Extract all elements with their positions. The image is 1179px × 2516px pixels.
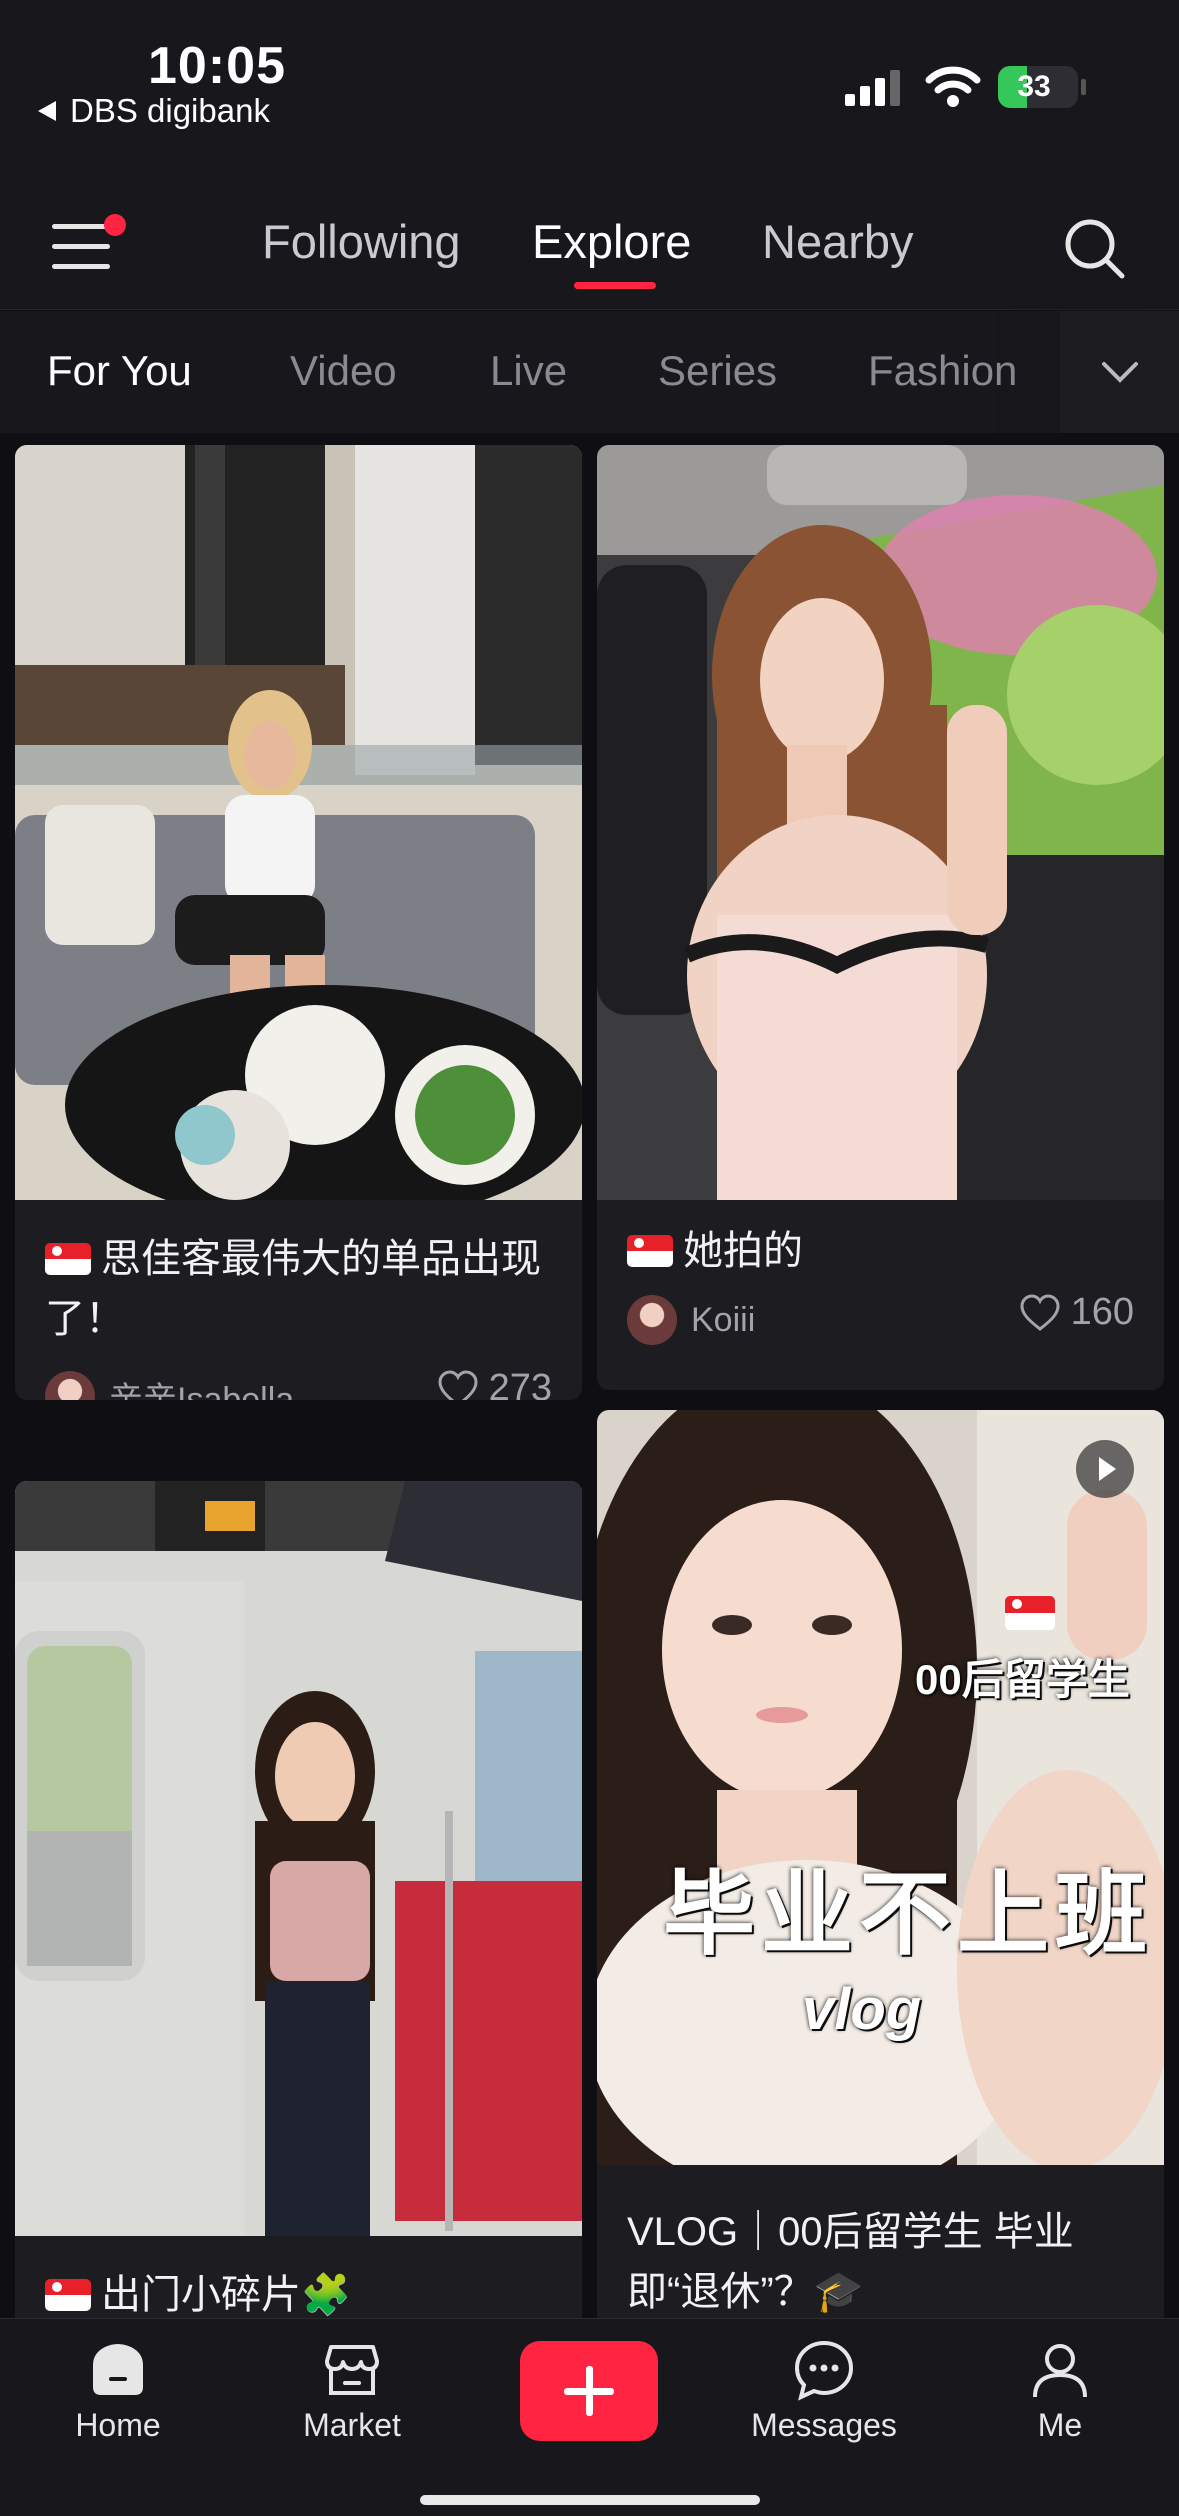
nav-label: Me (1037, 2407, 1083, 2443)
nav-label: Messages (751, 2407, 897, 2443)
category-fashion[interactable]: Fashion (868, 347, 1017, 395)
post-card[interactable]: 思佳客最伟大的单品出现了！ 亲亲Isabella 273 (15, 445, 582, 1400)
top-navigation: Following Explore Nearby (0, 170, 1179, 310)
menu-button[interactable] (52, 214, 126, 274)
overlay-vlog: vlog (802, 1977, 922, 2042)
nav-market[interactable]: Market (262, 2339, 442, 2444)
post-title: 思佳客最伟大的单品出现了！ (45, 1237, 541, 1341)
video-play-icon (1076, 1440, 1134, 1498)
post-image (15, 1481, 582, 2236)
nav-messages[interactable]: Messages (734, 2339, 914, 2444)
post-author[interactable]: Koiii (627, 1295, 755, 1345)
chat-icon (794, 2340, 854, 2401)
bottom-navigation: Home Market Messages Me (0, 2318, 1179, 2516)
like-count: 273 (488, 1367, 552, 1400)
expand-categories-button[interactable] (1060, 311, 1179, 433)
category-for-you[interactable]: For You (47, 347, 192, 395)
post-image: 00后留学生 毕业不上班 vlog (597, 1410, 1164, 2165)
singapore-flag-icon (45, 2279, 91, 2311)
singapore-flag-icon (45, 1243, 91, 1275)
notification-dot (104, 214, 126, 236)
category-bar: For You Video Live Series Fashion (0, 311, 1179, 433)
heart-icon (438, 1369, 478, 1400)
category-live[interactable]: Live (490, 347, 567, 395)
nav-me[interactable]: Me (970, 2339, 1150, 2444)
nav-home[interactable]: Home (28, 2339, 208, 2444)
author-name: Koiii (691, 1300, 756, 1339)
post-card[interactable]: 出门小碎片🧩 (15, 1481, 582, 2318)
status-bar: 10:05 DBS digibank 33 (0, 0, 1179, 170)
back-to-app-link[interactable]: DBS digibank (38, 92, 270, 130)
overlay-subtitle: 00后留学生 (915, 1656, 1130, 1703)
user-icon (1033, 2344, 1087, 2398)
back-arrow-icon (38, 101, 56, 121)
add-post-button[interactable] (520, 2341, 658, 2441)
category-video[interactable]: Video (290, 347, 397, 395)
nav-label: Market (303, 2407, 401, 2443)
home-indicator (420, 2495, 760, 2505)
battery-icon: 33 (998, 66, 1086, 108)
post-card[interactable]: 她拍的 Koiii 160 (597, 445, 1164, 1390)
like-button[interactable]: 160 (1019, 1291, 1134, 1334)
post-title: VLOG｜00后留学生 毕业即“退休”？🎓 (627, 2210, 1074, 2314)
clock: 10:05 (148, 37, 286, 95)
cellular-signal-icon (845, 70, 901, 106)
singapore-flag-icon (627, 1235, 673, 1267)
tab-nearby[interactable]: Nearby (762, 214, 914, 269)
tab-following[interactable]: Following (262, 214, 461, 269)
shop-icon (325, 2345, 379, 2395)
back-app-label: DBS digibank (70, 92, 270, 129)
chevron-down-icon (1101, 362, 1138, 383)
post-image (597, 445, 1164, 1200)
post-title: 她拍的 (627, 1221, 803, 1281)
overlay-headline: 毕业不上班 (663, 1864, 1154, 1966)
heart-icon (1020, 1293, 1060, 1331)
like-count: 160 (1070, 1291, 1134, 1333)
avatar (627, 1295, 677, 1345)
post-image (15, 445, 582, 1200)
author-name: 亲亲Isabella (109, 1380, 295, 1401)
post-author[interactable]: 亲亲Isabella (45, 1371, 294, 1400)
nav-label: Home (75, 2407, 161, 2443)
search-icon[interactable] (1062, 216, 1128, 282)
post-title: 出门小碎片🧩 (45, 2265, 351, 2318)
feed-grid: 思佳客最伟大的单品出现了！ 亲亲Isabella 273 她拍的 Koiii 1… (0, 433, 1179, 2318)
avatar (45, 1371, 95, 1400)
singapore-flag-icon (1005, 1596, 1055, 1630)
post-card[interactable]: 00后留学生 毕业不上班 vlog VLOG｜00后留学生 毕业即“退休”？🎓 (597, 1410, 1164, 2318)
tab-explore[interactable]: Explore (532, 214, 691, 269)
wifi-icon (925, 66, 981, 107)
battery-level: 33 (1017, 70, 1051, 103)
active-tab-indicator (574, 282, 656, 289)
home-icon (93, 2344, 143, 2395)
category-series[interactable]: Series (658, 347, 777, 395)
like-button[interactable]: 273 (437, 1367, 552, 1400)
